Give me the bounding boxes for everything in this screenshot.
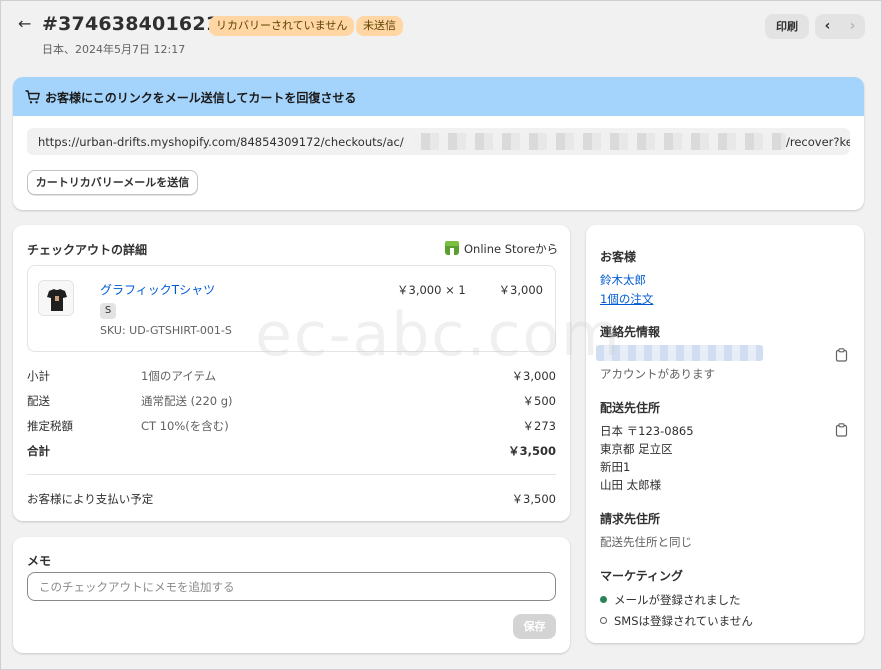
- recovery-banner: お客様にこのリンクをメール送信してカートを回復させる: [13, 77, 864, 116]
- variant-tag: S: [100, 303, 116, 319]
- redacted-email: [596, 345, 763, 361]
- shipping-address-line: 日本 〒123-0865: [600, 424, 694, 438]
- send-status-badge: 未送信: [356, 16, 403, 36]
- back-arrow-icon[interactable]: ←: [18, 14, 31, 33]
- recovery-url-suffix: /recover?ke: [786, 135, 850, 149]
- print-button[interactable]: 印刷: [765, 14, 809, 39]
- shipping-address-title: 配送先住所: [600, 401, 661, 415]
- payment-due-label: お客様により支払い予定: [27, 492, 154, 506]
- recovery-banner-text: お客様にこのリンクをメール送信してカートを回復させる: [45, 91, 357, 105]
- page-subtitle: 日本、2024年5月7日 12:17: [42, 43, 186, 56]
- product-name-link[interactable]: グラフィックTシャツ: [100, 281, 215, 298]
- unit-price-quantity: ￥3,000 × 1: [397, 283, 466, 297]
- contact-info-title: 連絡先情報: [600, 325, 661, 339]
- customer-title: お客様: [600, 250, 637, 264]
- shipping-address-line: 山田 太郎様: [600, 478, 662, 492]
- recovery-status-badge: リカバリーされていません: [209, 16, 355, 36]
- customer-orders-link[interactable]: 1個の注文: [600, 291, 653, 307]
- tshirt-image-icon: [39, 281, 73, 315]
- summary-divider: [27, 474, 556, 475]
- tax-detail: CT 10%(を含む): [141, 419, 229, 433]
- chevron-left-icon[interactable]: ‹: [815, 14, 840, 39]
- payment-due-value: ￥3,500: [511, 492, 556, 506]
- shipping-value: ￥500: [522, 394, 556, 408]
- unsubscribed-dot-icon: [600, 617, 607, 624]
- pagination-nav: ‹ ›: [815, 14, 865, 39]
- memo-title: メモ: [27, 554, 52, 568]
- billing-address-text: 配送先住所と同じ: [600, 535, 692, 549]
- clipboard-icon[interactable]: [835, 423, 848, 437]
- email-marketing-status: メールが登録されました: [614, 593, 741, 607]
- customer-name-link[interactable]: 鈴木太郎: [600, 272, 646, 288]
- checkout-details-title: チェックアウトの詳細: [27, 243, 148, 257]
- cart-recovery-card: お客様にこのリンクをメール送信してカートを回復させる https://urban…: [13, 77, 864, 210]
- recovery-url-field[interactable]: https://urban-drifts.myshopify.com/84854…: [27, 128, 850, 155]
- tax-label: 推定税額: [27, 419, 73, 433]
- line-item: グラフィックTシャツ S SKU: UD-GTSHIRT-001-S ￥3,00…: [27, 265, 556, 352]
- memo-card: メモ 保存: [13, 537, 570, 653]
- shipping-address-line: 新田1: [600, 460, 631, 474]
- send-recovery-email-button[interactable]: カートリカバリーメールを送信: [27, 170, 198, 195]
- total-value: ￥3,500: [508, 444, 556, 458]
- subscribed-dot-icon: [600, 596, 607, 603]
- marketing-title: マーケティング: [600, 569, 684, 583]
- total-label: 合計: [27, 444, 50, 458]
- subtotal-value: ￥3,000: [511, 369, 556, 383]
- product-sku: SKU: UD-GTSHIRT-001-S: [100, 324, 232, 337]
- billing-address-title: 請求先住所: [600, 512, 661, 526]
- subtotal-label: 小計: [27, 369, 50, 383]
- memo-input[interactable]: [27, 572, 556, 601]
- save-button[interactable]: 保存: [513, 614, 556, 639]
- tax-value: ￥273: [522, 419, 556, 433]
- online-store-icon: [445, 241, 459, 255]
- shipping-address-line: 東京都 足立区: [600, 442, 673, 456]
- sms-marketing-status: SMSは登録されていません: [614, 614, 753, 628]
- store-source-label: Online Storeから: [464, 242, 559, 256]
- line-total: ￥3,000: [498, 283, 543, 297]
- redacted-token: [412, 133, 786, 150]
- clipboard-icon[interactable]: [835, 348, 848, 362]
- product-thumbnail[interactable]: [38, 280, 74, 316]
- recovery-url-prefix: https://urban-drifts.myshopify.com/84854…: [38, 135, 404, 149]
- account-status: アカウントがあります: [600, 367, 715, 381]
- cart-icon: [25, 90, 40, 104]
- subtotal-detail: 1個のアイテム: [141, 369, 217, 383]
- shipping-label: 配送: [27, 394, 50, 408]
- checkout-details-card: チェックアウトの詳細 Online Storeから グラフィックTシャツ S S…: [13, 225, 570, 521]
- customer-card: お客様 鈴木太郎 1個の注文 連絡先情報 アカウントがあります 配送先住所 日本…: [586, 225, 864, 643]
- chevron-right-icon[interactable]: ›: [840, 14, 865, 39]
- shipping-detail: 通常配送 (220 g): [141, 394, 233, 408]
